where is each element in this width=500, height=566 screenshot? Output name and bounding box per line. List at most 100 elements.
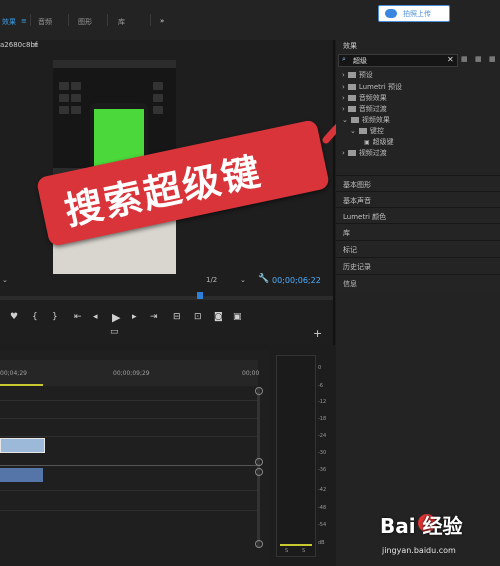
video-audio-divider xyxy=(0,465,258,466)
mark-in-icon[interactable]: { xyxy=(32,312,38,322)
ruler-time-c: 00;00 xyxy=(242,370,260,377)
zoom-dropdown-icon[interactable]: ⌄ xyxy=(2,276,8,284)
effects-search-input[interactable]: 超级 xyxy=(353,56,367,66)
panel-library[interactable]: 库 xyxy=(336,223,500,240)
folder-icon xyxy=(347,150,356,156)
extract-icon[interactable]: ⊡ xyxy=(194,312,202,322)
comparison-view-icon[interactable]: ▣ xyxy=(233,312,242,322)
meter-label: -12 xyxy=(318,399,327,405)
baidu-watermark: Bai 经验 xyxy=(380,514,463,538)
tree-item-video-transitions[interactable]: › 视频过渡 xyxy=(342,148,387,158)
safe-margins-icon[interactable]: ▭ xyxy=(110,327,119,337)
divider xyxy=(68,14,69,26)
lift-icon[interactable]: ⊟ xyxy=(173,312,181,322)
effects-search-field[interactable]: ⌕ 超级 xyxy=(338,54,458,67)
track-divider xyxy=(0,418,258,419)
panel-menu-icon[interactable]: ≡ xyxy=(33,41,39,49)
folder-icon xyxy=(347,95,356,101)
key xyxy=(71,106,81,114)
tab-effects[interactable]: 效果 xyxy=(2,17,16,27)
more-tabs-icon[interactable]: » xyxy=(160,17,164,25)
32bit-effects-icon[interactable]: ▦ xyxy=(475,55,482,63)
yuv-effects-icon[interactable]: ▦ xyxy=(489,55,496,63)
scroll-handle-icon[interactable] xyxy=(255,458,263,466)
scroll-handle-icon[interactable] xyxy=(255,468,263,476)
meter-label: -6 xyxy=(318,383,323,389)
meter-label: 0 xyxy=(318,365,322,371)
clear-search-icon[interactable]: ✕ xyxy=(447,55,454,64)
audio-meter xyxy=(276,355,316,557)
step-back-icon[interactable]: ◂ xyxy=(93,312,98,322)
meter-label: -24 xyxy=(318,433,327,439)
menu-icon[interactable]: ≡ xyxy=(21,17,27,25)
search-icon: ⌕ xyxy=(342,55,346,63)
audio-clip[interactable] xyxy=(0,468,43,482)
tree-item-audio-transitions[interactable]: › 音频过渡 xyxy=(342,104,387,114)
cloud-icon xyxy=(385,9,397,18)
meter-label: -18 xyxy=(318,416,327,422)
tree-item-keying[interactable]: ⌄ 键控 xyxy=(350,126,384,136)
go-to-out-icon[interactable]: ⇥ xyxy=(150,312,158,322)
playhead-timecode[interactable]: 00;00;06;22 xyxy=(272,276,321,285)
marker-icon[interactable]: ♥ xyxy=(10,312,18,322)
panel-history[interactable]: 历史记录 xyxy=(336,257,500,274)
camera-icon[interactable]: ◙ xyxy=(214,312,223,322)
track-divider xyxy=(0,510,258,511)
track-divider xyxy=(0,436,258,437)
meter-label: -54 xyxy=(318,522,327,528)
sequence-name[interactable]: a2680c8bf xyxy=(0,41,37,49)
folder-icon xyxy=(358,128,367,134)
solo-left-button[interactable]: S xyxy=(285,548,288,554)
work-area-bar[interactable] xyxy=(0,384,43,386)
folder-icon xyxy=(350,117,359,123)
monitor-timeline-ruler[interactable] xyxy=(0,296,333,300)
step-forward-icon[interactable]: ▸ xyxy=(132,312,137,322)
resolution-select[interactable]: 1/2 xyxy=(206,276,217,284)
resolution-dropdown-icon[interactable]: ⌄ xyxy=(240,276,246,284)
accelerated-effects-icon[interactable]: ▦ xyxy=(461,55,468,63)
meter-label: -48 xyxy=(318,505,327,511)
solo-right-button[interactable]: S xyxy=(302,548,305,554)
tree-item-lumetri-presets[interactable]: › Lumetri 预设 xyxy=(342,82,402,92)
folder-icon xyxy=(347,84,356,90)
tree-item-video-effects[interactable]: ⌄ 视频效果 xyxy=(342,115,390,125)
play-button-icon[interactable]: ▶ xyxy=(112,311,120,324)
track-divider xyxy=(0,490,258,491)
divider xyxy=(30,14,31,26)
key xyxy=(153,94,163,102)
timeline-vertical-scrollbar[interactable] xyxy=(257,387,260,547)
meter-label: -42 xyxy=(318,487,327,493)
panel-essential-sound[interactable]: 基本声音 xyxy=(336,191,500,208)
panel-info[interactable]: 信息 xyxy=(336,274,500,291)
tab-graphics[interactable]: 图形 xyxy=(78,17,92,27)
key xyxy=(59,106,69,114)
video-clip[interactable] xyxy=(0,438,45,453)
tree-item-presets[interactable]: › 预设 xyxy=(342,70,373,80)
key xyxy=(59,94,69,102)
tab-library[interactable]: 库 xyxy=(118,17,125,27)
meter-label: -36 xyxy=(318,467,327,473)
divider xyxy=(107,14,108,26)
effects-panel-title[interactable]: 效果 xyxy=(343,41,357,51)
panel-essential-graphics[interactable]: 基本图形 xyxy=(336,175,500,192)
tree-item-audio-effects[interactable]: › 音频效果 xyxy=(342,93,387,103)
divider xyxy=(150,14,151,26)
panel-markers[interactable]: 标记 xyxy=(336,240,500,257)
key xyxy=(71,94,81,102)
effect-icon: ▣ xyxy=(364,139,370,146)
panel-lumetri-color[interactable]: Lumetri 颜色 xyxy=(336,207,500,224)
mark-out-icon[interactable]: } xyxy=(52,312,58,322)
folder-icon xyxy=(347,106,356,112)
wrench-icon[interactable]: 🔧 xyxy=(258,274,269,284)
key xyxy=(59,82,69,90)
scroll-handle-icon[interactable] xyxy=(255,387,263,395)
key xyxy=(153,106,163,114)
workspace-bar: 效果 ≡ 音频 图形 库 » 拍照上传 xyxy=(0,0,500,40)
go-to-in-icon[interactable]: ⇤ xyxy=(74,312,82,322)
photo-upload-button[interactable]: 拍照上传 xyxy=(378,5,450,22)
scroll-handle-icon[interactable] xyxy=(255,540,263,548)
add-button-icon[interactable]: + xyxy=(313,327,322,340)
tree-item-ultra-key[interactable]: ▣ 超级键 xyxy=(364,137,394,147)
tab-audio[interactable]: 音频 xyxy=(38,17,52,27)
playhead-marker[interactable] xyxy=(197,292,203,299)
